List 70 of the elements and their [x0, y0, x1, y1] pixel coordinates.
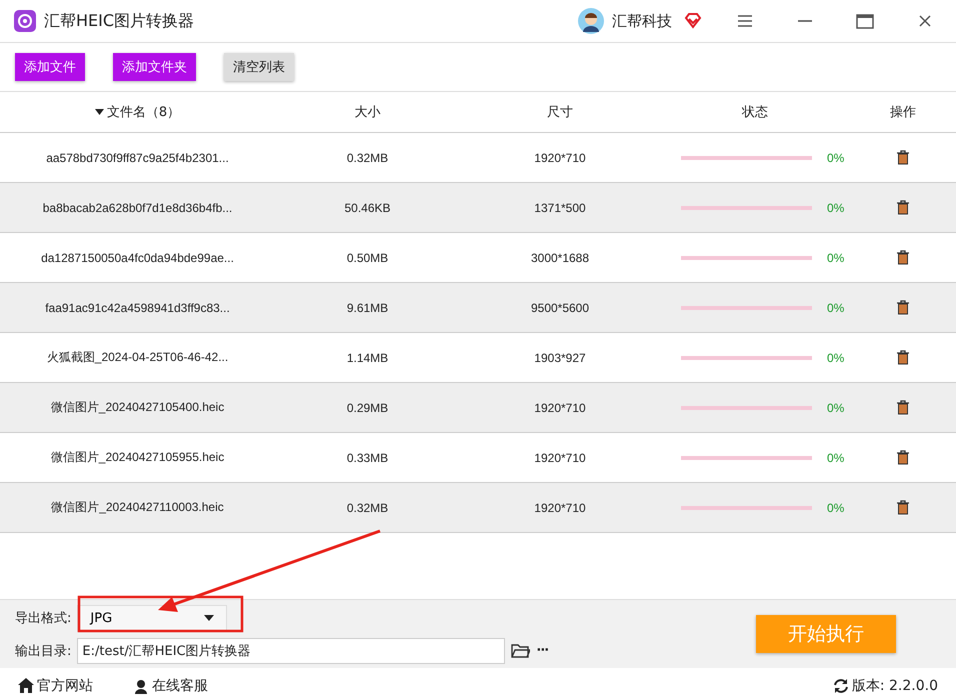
trash-icon[interactable]: [896, 350, 910, 365]
size-cell-text: 50.46KB: [343, 200, 392, 214]
dimensions-cell-text: 1920*710: [533, 400, 587, 414]
dimensions-cell-text: 3000*1688: [530, 250, 590, 264]
trash-icon[interactable]: [896, 200, 910, 215]
refresh-icon[interactable]: [832, 678, 849, 694]
output-label: 输出目录:: [15, 642, 72, 660]
home-icon[interactable]: [18, 678, 34, 693]
progress-percent: 0%: [827, 500, 844, 514]
file-name-cell-text: 微信图片_20240427110003.heic: [50, 499, 225, 516]
output-path-field[interactable]: E:/test/汇帮HEIC图片转换器: [77, 638, 506, 664]
dimensions-cell-text: 1903*927: [533, 350, 587, 364]
size-cell-text: 0.32MB: [346, 500, 390, 514]
format-dropdown[interactable]: JPG: [77, 604, 228, 632]
column-header: 操作: [889, 104, 917, 121]
progress-percent: 0%: [827, 300, 844, 314]
dimensions-cell-text: 1920*710: [533, 500, 587, 514]
size-cell-text: 0.33MB: [346, 450, 390, 464]
folder-icon[interactable]: [511, 643, 530, 658]
progress-percent: 0%: [827, 200, 844, 214]
file-name-cell-text: 微信图片_20240427105400.heic: [50, 399, 226, 416]
file-name-cell-text: aa578bd730f9ff87c9a25f4b2301...: [45, 150, 230, 164]
trash-icon[interactable]: [896, 450, 910, 465]
file-name-cell-text: da1287150050a4fc0da94bde99ae...: [40, 250, 235, 264]
trash-icon[interactable]: [896, 250, 910, 265]
file-name-cell-text: 微信图片_20240427105955.heic: [50, 449, 226, 466]
more-button[interactable]: ···: [536, 643, 548, 658]
minimize-icon[interactable]: [798, 20, 812, 22]
version-label: 版本: 2.2.0.0: [852, 676, 938, 694]
progress-percent: 0%: [827, 400, 844, 414]
progress-percent: 0%: [827, 250, 844, 264]
size-cell-text: 0.32MB: [346, 150, 390, 164]
trash-icon[interactable]: [896, 400, 910, 415]
format-label: 导出格式:: [15, 610, 72, 627]
trash-icon[interactable]: [896, 300, 910, 315]
size-cell-text: 0.50MB: [346, 250, 390, 264]
size-cell-text: 0.29MB: [346, 400, 390, 414]
close-icon[interactable]: [919, 15, 931, 27]
dimensions-cell-text: 9500*5600: [530, 300, 590, 314]
trash-icon[interactable]: [896, 150, 910, 165]
toolbar-button[interactable]: 清空列表: [224, 53, 294, 81]
avatar-icon: [578, 8, 604, 34]
column-header: 尺寸: [546, 104, 574, 121]
progress-percent: 0%: [827, 450, 844, 464]
file-name-cell-text: faa91ac91c42a4598941d3ff9c83...: [44, 300, 231, 314]
size-cell-text: 9.61MB: [346, 300, 390, 314]
file-name-cell-text: ba8bacab2a628b0f7d1e8d36b4fb...: [42, 200, 234, 214]
website-link[interactable]: 官方网站: [37, 676, 93, 694]
dimensions-cell-text: 1920*710: [533, 450, 587, 464]
caret-icon: [204, 615, 214, 621]
column-header[interactable]: 文件名（8）: [106, 103, 180, 121]
sort-caret-icon[interactable]: [94, 109, 104, 115]
size-cell-text: 1.14MB: [346, 350, 390, 364]
window-title: 汇帮HEIC图片转换器: [44, 10, 194, 32]
file-name-cell-text: 火狐截图_2024-04-25T06-46-42...: [46, 349, 230, 366]
dimensions-cell-text: 1371*500: [533, 200, 587, 214]
app-logo-icon: [14, 10, 36, 32]
support-link[interactable]: 在线客服: [152, 676, 208, 694]
column-header: 大小: [354, 104, 382, 121]
diamond-icon: [684, 13, 702, 29]
trash-icon[interactable]: [896, 500, 910, 515]
column-header: 状态: [740, 104, 769, 121]
toolbar-button[interactable]: 添加文件夹: [113, 53, 196, 81]
toolbar-button[interactable]: 添加文件: [15, 53, 85, 81]
progress-percent: 0%: [827, 150, 844, 164]
menu-icon[interactable]: [738, 15, 752, 27]
user-name: 汇帮科技: [612, 12, 672, 30]
dimensions-cell-text: 1920*710: [533, 150, 587, 164]
maximize-icon[interactable]: [856, 14, 874, 28]
progress-percent: 0%: [827, 350, 844, 364]
